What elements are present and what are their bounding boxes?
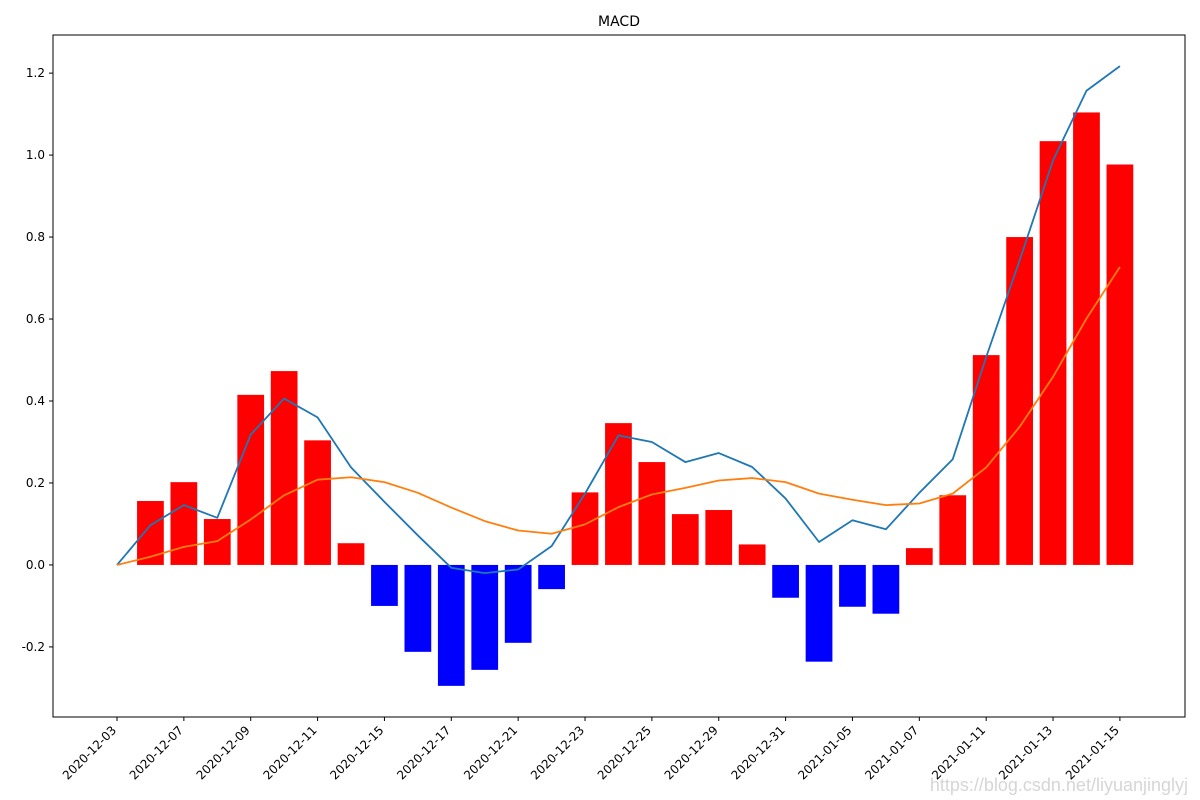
x-tick-label: 2020-12-11 bbox=[260, 723, 319, 782]
histogram-bar bbox=[839, 564, 866, 607]
y-axis: -0.2 0.0 0.2 0.4 0.6 0.8 1.0 1.2 bbox=[22, 66, 53, 654]
histogram-bar bbox=[671, 514, 699, 565]
y-tick-label: 1.2 bbox=[26, 66, 45, 80]
x-tick-label: 2021-01-07 bbox=[862, 723, 921, 782]
x-tick-label: 2020-12-03 bbox=[60, 723, 119, 782]
histogram-bar bbox=[571, 492, 599, 565]
histogram-bar bbox=[404, 564, 432, 652]
x-tick-label: 2020-12-23 bbox=[528, 723, 587, 782]
y-tick-label: 0.2 bbox=[26, 476, 45, 490]
chart-title: MACD bbox=[598, 14, 640, 30]
histogram-bar bbox=[638, 462, 666, 565]
histogram-bar bbox=[270, 371, 298, 565]
histogram-bar bbox=[1039, 141, 1067, 565]
watermark: https://blog.csdn.net/liyuanjinglyj bbox=[929, 775, 1188, 795]
x-tick-label: 2021-01-15 bbox=[1063, 723, 1122, 782]
histogram-bar bbox=[939, 495, 967, 565]
x-tick-label: 2021-01-13 bbox=[996, 723, 1055, 782]
y-tick-label: 0.8 bbox=[26, 230, 45, 244]
histogram-bar bbox=[170, 482, 198, 565]
x-tick-label: 2020-12-29 bbox=[662, 723, 721, 782]
histogram-bar bbox=[772, 564, 799, 598]
x-tick-label: 2020-12-17 bbox=[394, 723, 453, 782]
y-tick-label: 0.4 bbox=[26, 394, 45, 408]
x-tick-label: 2020-12-07 bbox=[127, 723, 186, 782]
histogram-bar bbox=[371, 564, 398, 606]
histogram-bar bbox=[437, 564, 465, 686]
x-tick-label: 2020-12-31 bbox=[729, 723, 788, 782]
histogram-bar bbox=[872, 564, 900, 614]
histogram-bar bbox=[538, 564, 565, 590]
histogram-bar bbox=[504, 564, 532, 643]
x-tick-label: 2021-01-11 bbox=[929, 723, 988, 782]
y-tick-label: -0.2 bbox=[22, 640, 45, 654]
histogram-bar bbox=[805, 564, 833, 662]
x-tick-label: 2021-01-05 bbox=[795, 723, 854, 782]
histogram-bar bbox=[471, 564, 499, 670]
histogram-bar bbox=[237, 394, 265, 565]
histogram-bar bbox=[137, 501, 164, 565]
y-tick-label: 1.0 bbox=[26, 148, 45, 162]
histogram-bar bbox=[705, 510, 733, 565]
x-tick-label: 2020-12-15 bbox=[327, 723, 386, 782]
histogram-bar bbox=[1106, 164, 1134, 565]
x-axis: 2020-12-03 2020-12-07 2020-12-09 2020-12-11… bbox=[60, 717, 1122, 782]
y-tick-label: 0.6 bbox=[26, 312, 45, 326]
histogram-bar bbox=[337, 543, 365, 565]
histogram-bar bbox=[304, 440, 331, 565]
x-tick-label: 2020-12-21 bbox=[461, 723, 520, 782]
histogram-bar bbox=[1073, 112, 1100, 565]
x-tick-label: 2020-12-25 bbox=[595, 723, 654, 782]
y-tick-label: 0.0 bbox=[26, 558, 45, 572]
histogram-bar bbox=[905, 548, 933, 565]
macd-chart: MACD -0.2 0.0 0.2 0.4 0.6 0.8 1.0 1.2 2020-12-0… bbox=[22, 14, 1186, 782]
histogram-bar bbox=[605, 423, 632, 565]
histogram-bar bbox=[738, 544, 766, 565]
x-tick-label: 2020-12-09 bbox=[194, 723, 253, 782]
